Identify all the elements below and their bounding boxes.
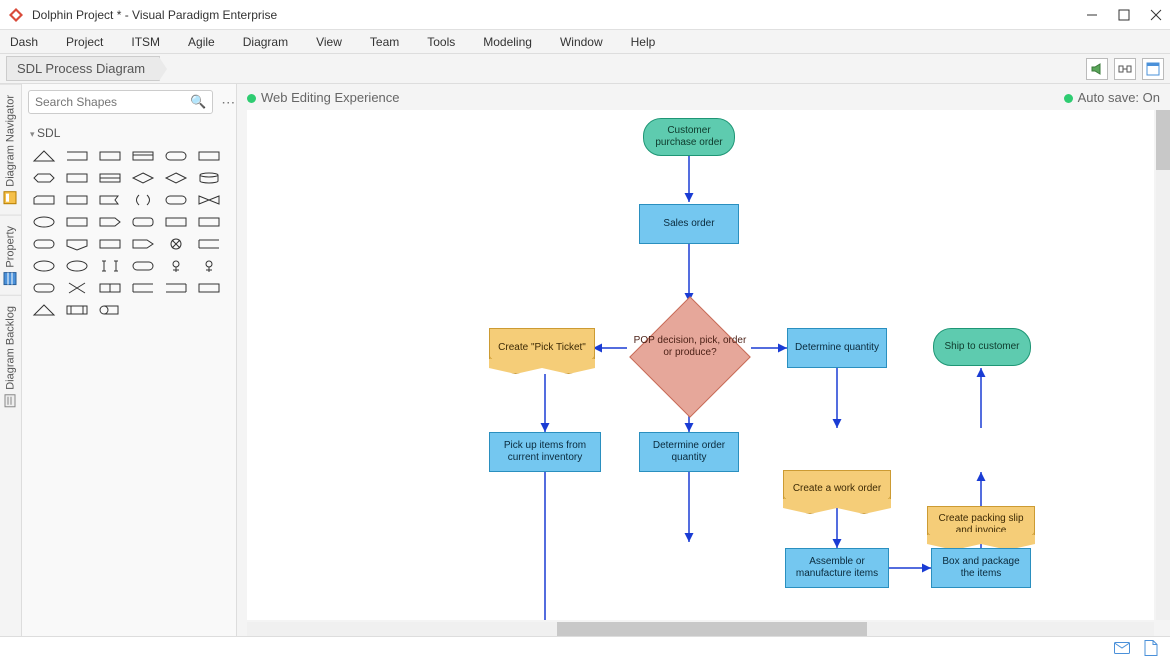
shape-palette-grid [28,144,230,322]
shape-rect4[interactable] [63,192,91,208]
node-pick-items[interactable]: Pick up items from current inventory [489,432,601,472]
menu-item[interactable]: Project [66,35,103,49]
shape-bracket[interactable] [195,236,223,252]
shape-rect3[interactable] [63,170,91,186]
shapes-panel: 🔍 ⋯ SDL [22,84,237,636]
menu-bar: Dash Project ITSM Agile Diagram View Tea… [0,30,1170,54]
shape-arrow[interactable] [129,236,157,252]
canvas-status-right: Auto save: On [1064,90,1160,105]
shape-female[interactable] [162,258,190,274]
menu-item[interactable]: ITSM [131,35,160,49]
shape-round2[interactable] [129,214,157,230]
side-tab-navigator[interactable]: Diagram Navigator [0,84,21,215]
shape-pill[interactable] [162,192,190,208]
node-box-package[interactable]: Box and package the items [931,548,1031,588]
diagram-tab[interactable]: SDL Process Diagram [6,56,160,81]
shape-paren[interactable] [129,192,157,208]
node-customer-order[interactable]: Customer purchase order [643,118,735,156]
shape-pent[interactable] [63,236,91,252]
shape-ellipse[interactable] [30,214,58,230]
node-pick-ticket[interactable]: Create "Pick Ticket" [489,328,595,366]
menu-item[interactable]: Window [560,35,603,49]
node-packing-slip[interactable]: Create packing slip and invoice [927,506,1035,542]
shape-hex[interactable] [30,170,58,186]
shape-db[interactable] [96,302,124,318]
menu-item[interactable]: Diagram [243,35,288,49]
diagram-canvas[interactable]: Customer purchase order Sales order POP … [247,110,1154,620]
shape-split[interactable] [96,280,124,296]
mail-icon[interactable] [1114,642,1130,654]
app-logo-icon [8,7,24,23]
shape-triangle2[interactable] [30,302,58,318]
menu-item[interactable]: Tools [427,35,455,49]
shape-rect2[interactable] [195,148,223,164]
shape-rect9[interactable] [195,280,223,296]
search-shapes-input[interactable]: 🔍 [28,90,213,114]
menu-item[interactable]: Dash [10,35,38,49]
shape-round-rect[interactable] [162,148,190,164]
node-determine-qty[interactable]: Determine quantity [787,328,887,368]
window-title: Dolphin Project * - Visual Paradigm Ente… [32,8,1086,22]
node-assemble[interactable]: Assemble or manufacture items [785,548,889,588]
shape-rect6[interactable] [162,214,190,230]
shape-ellipse3[interactable] [63,258,91,274]
shape-diamond2[interactable] [162,170,190,186]
maximize-button[interactable] [1118,9,1130,21]
shape-rect8[interactable] [96,236,124,252]
menu-item[interactable]: Team [370,35,399,49]
shape-rect-open[interactable] [63,148,91,164]
shape-open-r[interactable] [129,280,157,296]
shape-double-rect[interactable] [96,170,124,186]
shape-female2[interactable] [195,258,223,274]
shape-rect[interactable] [96,148,124,164]
shape-ellipse2[interactable] [30,258,58,274]
shape-rect5[interactable] [63,214,91,230]
node-pop-decision[interactable]: POP decision, pick, order or produce? [625,302,755,392]
layout-button[interactable] [1114,58,1136,80]
shape-card[interactable] [30,192,58,208]
menu-item[interactable]: Help [631,35,656,49]
horizontal-scrollbar[interactable] [247,622,1154,636]
document-icon[interactable] [1144,640,1158,656]
palette-more-button[interactable]: ⋯ [217,94,239,111]
canvas-status-left: Web Editing Experience [247,90,400,105]
close-button[interactable] [1150,9,1162,21]
property-icon [4,271,18,285]
shape-cylinder[interactable] [195,170,223,186]
shape-round3[interactable] [129,258,157,274]
shape-triangle[interactable] [30,148,58,164]
shape-storage[interactable] [129,148,157,164]
node-work-order[interactable]: Create a work order [783,470,891,506]
menu-item[interactable]: Agile [188,35,215,49]
shape-flag[interactable] [96,192,124,208]
shape-bowtie[interactable] [195,192,223,208]
announce-button[interactable] [1086,58,1108,80]
menu-item[interactable]: View [316,35,342,49]
shape-rect7[interactable] [195,214,223,230]
search-icon: 🔍 [190,94,206,110]
shape-open-l[interactable] [162,280,190,296]
side-tab-property[interactable]: Property [0,215,21,296]
vertical-scrollbar[interactable] [1156,110,1170,620]
node-order-qty[interactable]: Determine order quantity [639,432,739,472]
menu-item[interactable]: Modeling [483,35,532,49]
shape-round4[interactable] [30,280,58,296]
shape-x[interactable] [63,280,91,296]
node-ship[interactable]: Ship to customer [933,328,1031,366]
side-tab-backlog[interactable]: Diagram Backlog [0,295,21,418]
shape-dround[interactable] [30,236,58,252]
minimize-button[interactable] [1086,9,1098,21]
palette-header[interactable]: SDL [28,122,230,144]
panel-toggle-button[interactable] [1142,58,1164,80]
navigator-icon [4,191,18,205]
shape-tag[interactable] [96,214,124,230]
shape-brackets[interactable] [96,258,124,274]
node-sales-order[interactable]: Sales order [639,204,739,244]
backlog-icon [4,394,18,408]
shape-circle-x[interactable] [162,236,190,252]
shape-diamond[interactable] [129,170,157,186]
shape-subproc[interactable] [63,302,91,318]
